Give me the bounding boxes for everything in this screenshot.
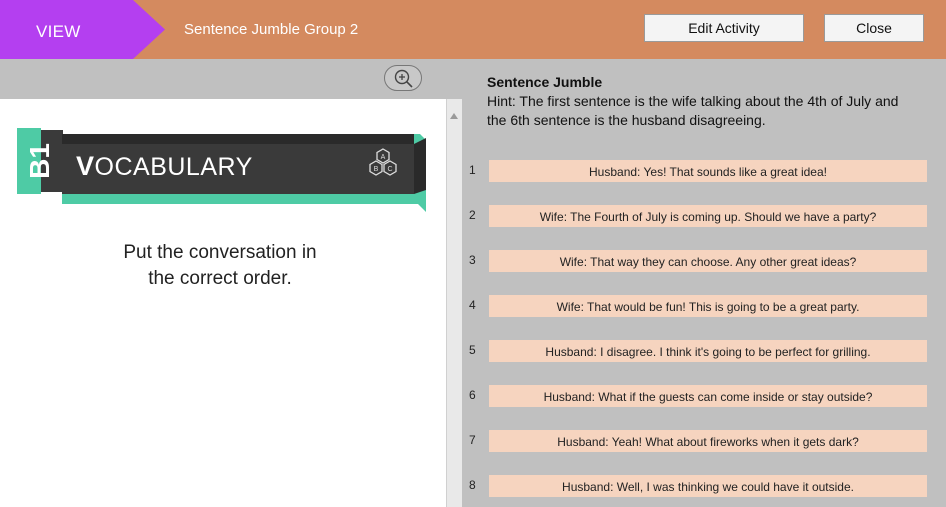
instruction-line-2: the correct order. (148, 268, 292, 289)
sentence-item[interactable]: Husband: Yes! That sounds like a great i… (489, 160, 927, 182)
activity-hint: Hint: The first sentence is the wife tal… (487, 93, 899, 128)
sentence-number: 3 (469, 253, 476, 267)
instruction-line-1: Put the conversation in (123, 242, 317, 263)
sentence-item[interactable]: Husband: Yeah! What about fireworks when… (489, 430, 927, 452)
zoom-in-icon (394, 69, 413, 88)
sentence-item[interactable]: Wife: That way they can choose. Any othe… (489, 250, 927, 272)
sentence-number: 2 (469, 208, 476, 222)
sentence-item[interactable]: Husband: I disagree. I think it's going … (489, 340, 927, 362)
zoom-button[interactable] (384, 65, 422, 91)
scroll-up-arrow-icon[interactable] (450, 113, 458, 119)
view-tab-shape (0, 0, 165, 59)
banner-initial: V (76, 151, 95, 181)
sentence-item[interactable]: Husband: Well, I was thinking we could h… (489, 475, 927, 497)
sentence-item[interactable]: Wife: That would be fun! This is going t… (489, 295, 927, 317)
svg-text:A: A (381, 154, 386, 161)
top-bar: VIEW Sentence Jumble Group 2 Edit Activi… (0, 0, 946, 59)
activity-heading: Sentence Jumble (487, 74, 603, 90)
level-badge: B1 (24, 143, 55, 179)
sentence-number: 5 (469, 343, 476, 357)
banner-rest: OCABULARY (94, 153, 253, 181)
activity-title: Sentence Jumble Group 2 (184, 21, 359, 38)
sentence-item[interactable]: Wife: The Fourth of July is coming up. S… (489, 205, 927, 227)
view-mode-tab: VIEW (0, 0, 165, 59)
preview-scrollbar[interactable] (446, 99, 462, 507)
close-button[interactable]: Close (824, 14, 924, 42)
sentence-number: 8 (469, 478, 476, 492)
sentence-number: 6 (469, 388, 476, 402)
sentence-number: 7 (469, 433, 476, 447)
vocabulary-banner-title: VOCABULARY (76, 151, 253, 182)
sentence-number: 1 (469, 163, 476, 177)
view-label: VIEW (36, 22, 81, 41)
abc-hexagon-icon: A B C (369, 148, 397, 176)
sentence-item[interactable]: Husband: What if the guests can come ins… (489, 385, 927, 407)
svg-text:C: C (387, 166, 392, 173)
sentence-number: 4 (469, 298, 476, 312)
instruction-text: Put the conversation in the correct orde… (60, 240, 380, 292)
svg-text:B: B (374, 166, 379, 173)
edit-activity-button[interactable]: Edit Activity (644, 14, 804, 42)
